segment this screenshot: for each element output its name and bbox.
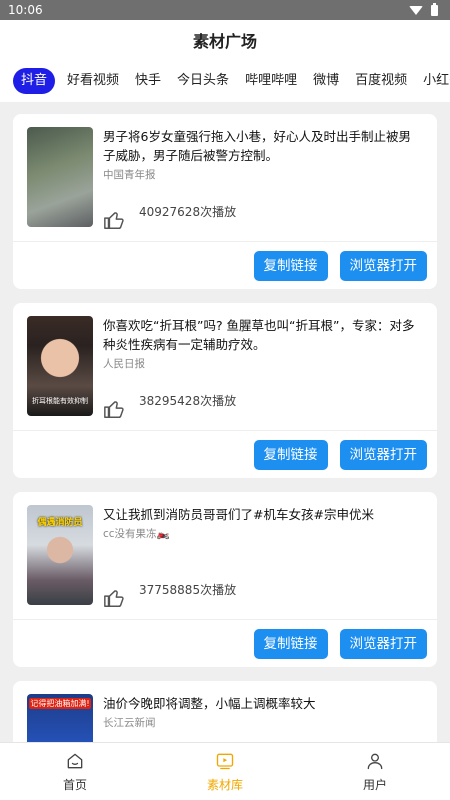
bottom-nav: 首页 素材库 用户 xyxy=(0,742,450,800)
open-in-browser-button[interactable]: 浏览器打开 xyxy=(339,439,427,470)
play-count: 38295428次播放 xyxy=(139,394,237,408)
play-count: 37758885次播放 xyxy=(139,583,237,597)
nav-library-label: 素材库 xyxy=(206,777,243,792)
copy-link-button[interactable]: 复制链接 xyxy=(253,628,328,659)
battery-icon xyxy=(431,2,438,16)
video-thumbnail[interactable]: 折耳根能有效抑制 xyxy=(27,316,93,416)
tab-toutiao[interactable]: 今日头条 xyxy=(169,68,237,94)
platform-tab-bar: 抖音 好看视频 快手 今日头条 哔哩哔哩 微博 百度视频 小红书 xyxy=(0,60,450,102)
material-list: 男子将6岁女童强行拖入小巷，好心人及时出手制止被男子威胁，男子随后被警方控制。 … xyxy=(0,102,450,742)
copy-link-button[interactable]: 复制链接 xyxy=(253,250,328,281)
open-in-browser-button[interactable]: 浏览器打开 xyxy=(339,628,427,659)
video-library-icon xyxy=(216,753,234,769)
open-in-browser-button[interactable]: 浏览器打开 xyxy=(339,250,427,281)
nav-user-label: 用户 xyxy=(362,777,387,792)
status-icons xyxy=(409,2,438,16)
video-title: 男子将6岁女童强行拖入小巷，好心人及时出手制止被男子威胁，男子随后被警方控制。 xyxy=(103,129,411,163)
video-card: 折耳根能有效抑制 你喜欢吃“折耳根”吗? 鱼腥草也叫“折耳根”，专家：对多种炎性… xyxy=(13,303,437,478)
video-card: 男子将6岁女童强行拖入小巷，好心人及时出手制止被男子威胁，男子随后被警方控制。 … xyxy=(13,114,437,289)
home-icon xyxy=(67,753,83,768)
video-source: cc没有果冻🏍️ xyxy=(103,528,170,540)
video-title: 你喜欢吃“折耳根”吗? 鱼腥草也叫“折耳根”，专家：对多种炎性疾病有一定辅助疗效… xyxy=(103,318,415,352)
wifi-icon xyxy=(409,5,423,15)
nav-home-label: 首页 xyxy=(62,777,87,792)
thumbs-up-icon[interactable] xyxy=(103,209,125,231)
tab-weibo[interactable]: 微博 xyxy=(305,68,347,94)
page-title: 素材广场 xyxy=(192,32,257,51)
thumbnail-caption: 折耳根能有效抑制 xyxy=(32,397,88,405)
thumbnail-badge: 偶遇消防员 xyxy=(37,518,83,528)
tab-douyin[interactable]: 抖音 xyxy=(13,68,56,94)
status-time: 10:06 xyxy=(8,3,43,17)
tab-xiaohongshu[interactable]: 小红书 xyxy=(415,68,450,94)
play-count: 40927628次播放 xyxy=(139,205,237,219)
video-card: 记得把油箱加满! 油价今晚即将调整，小幅上调概率较大 长江云新闻 xyxy=(13,681,437,742)
tab-kuaishou[interactable]: 快手 xyxy=(127,68,169,94)
header: 素材广场 xyxy=(0,20,450,60)
tab-haokan[interactable]: 好看视频 xyxy=(59,68,127,94)
thumbnail-badge: 记得把油箱加满! xyxy=(29,698,91,709)
copy-link-button[interactable]: 复制链接 xyxy=(253,439,328,470)
video-card: 偶遇消防员 又让我抓到消防员哥哥们了#机车女孩#宗申优米 cc没有果冻🏍️ 37… xyxy=(13,492,437,667)
tab-bilibili[interactable]: 哔哩哔哩 xyxy=(237,68,305,94)
nav-library[interactable]: 素材库 xyxy=(150,743,300,800)
video-source: 中国青年报 xyxy=(103,169,156,181)
thumbs-up-icon[interactable] xyxy=(103,587,125,609)
nav-user[interactable]: 用户 xyxy=(300,743,450,800)
video-thumbnail[interactable] xyxy=(27,127,93,227)
thumbs-up-icon[interactable] xyxy=(103,398,125,420)
nav-home[interactable]: 首页 xyxy=(0,743,150,800)
video-title: 又让我抓到消防员哥哥们了#机车女孩#宗申优米 xyxy=(103,507,374,522)
user-icon xyxy=(367,753,383,769)
video-title: 油价今晚即将调整，小幅上调概率较大 xyxy=(103,696,316,711)
status-bar: 10:06 xyxy=(0,0,450,20)
video-source: 人民日报 xyxy=(103,358,145,370)
video-source: 长江云新闻 xyxy=(103,717,156,729)
video-thumbnail[interactable]: 记得把油箱加满! xyxy=(27,694,93,742)
tab-baidu-video[interactable]: 百度视频 xyxy=(347,68,415,94)
video-thumbnail[interactable]: 偶遇消防员 xyxy=(27,505,93,605)
